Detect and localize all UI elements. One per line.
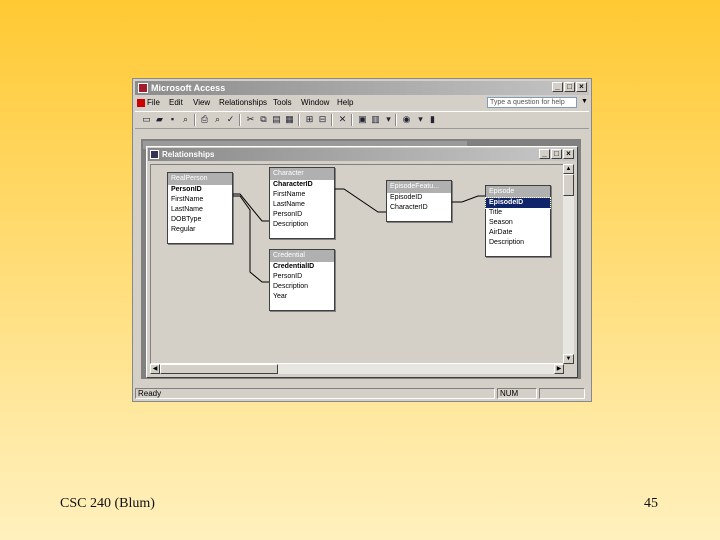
app-title-bar: Microsoft Access _ □ × [135, 81, 589, 95]
table-episode[interactable]: Episode EpisodeID Title Season AirDate D… [485, 185, 551, 257]
status-empty-panel [539, 388, 585, 399]
help-icon[interactable]: ◉ [401, 114, 412, 125]
print-icon[interactable]: ⎙ [199, 114, 210, 125]
table-field[interactable]: FirstName [168, 195, 232, 205]
vertical-scrollbar[interactable]: ▲ ▼ [563, 164, 574, 364]
table-field[interactable]: DOBType [168, 215, 232, 225]
table-field[interactable]: FirstName [270, 190, 334, 200]
ask-question-input[interactable]: Type a question for help [487, 97, 577, 108]
table-field[interactable]: CharacterID [387, 203, 451, 213]
table-character[interactable]: Character CharacterID FirstName LastName… [269, 167, 335, 239]
scroll-down-icon[interactable]: ▼ [563, 354, 574, 364]
format-painter-icon[interactable]: ▦ [284, 114, 295, 125]
app-title: Microsoft Access [151, 83, 226, 93]
table-field[interactable]: AirDate [486, 228, 550, 238]
database-window-icon[interactable]: ▣ [357, 114, 368, 125]
search-icon[interactable]: ⌕ [180, 114, 191, 125]
child-close-icon[interactable]: × [563, 149, 574, 159]
document-icon[interactable] [137, 99, 145, 107]
menu-window[interactable]: Window [301, 98, 329, 107]
table-field-selected[interactable]: EpisodeID [485, 197, 551, 209]
relationships-title: Relationships [162, 150, 215, 159]
status-num-indicator: NUM [497, 388, 537, 399]
toolbar-separator [395, 114, 397, 126]
table-field[interactable]: PersonID [270, 272, 334, 282]
spelling-icon[interactable]: ✓ [225, 114, 236, 125]
open-icon[interactable]: ▰ [154, 114, 165, 125]
toolbar-separator [351, 114, 353, 126]
save-icon[interactable]: ▪ [167, 114, 178, 125]
table-title[interactable]: EpisodeFeatu... [387, 181, 451, 193]
cut-icon[interactable]: ✂ [245, 114, 256, 125]
table-realperson[interactable]: RealPerson PersonID FirstName LastName D… [167, 172, 233, 244]
toolbar-separator [194, 114, 196, 126]
slide-page-number: 45 [644, 496, 658, 511]
table-title[interactable]: Credential [270, 250, 334, 262]
new-icon[interactable]: ▭ [141, 114, 152, 125]
table-title[interactable]: Character [270, 168, 334, 180]
relationships-icon [150, 150, 159, 159]
child-minimize-icon[interactable]: _ [539, 149, 550, 159]
minimize-icon[interactable]: _ [552, 82, 563, 92]
chevron-down-icon[interactable]: ▼ [581, 98, 588, 105]
table-field[interactable]: CharacterID [270, 180, 334, 190]
table-field[interactable]: PersonID [270, 210, 334, 220]
menu-bar: File Edit View Relationships Tools Windo… [135, 96, 589, 110]
table-title[interactable]: Episode [486, 186, 550, 198]
table-field[interactable]: LastName [168, 205, 232, 215]
table-field[interactable]: Regular [168, 225, 232, 235]
status-bar: Ready NUM [135, 387, 589, 401]
maximize-icon[interactable]: □ [564, 82, 575, 92]
toolbar-separator [331, 114, 333, 126]
table-field[interactable]: EpisodeID [387, 193, 451, 203]
table-field[interactable]: Description [270, 220, 334, 230]
table-title[interactable]: RealPerson [168, 173, 232, 185]
menu-tools[interactable]: Tools [273, 98, 292, 107]
table-field[interactable]: Description [270, 282, 334, 292]
vertical-scroll-thumb[interactable] [563, 174, 574, 196]
table-field[interactable]: CredentialID [270, 262, 334, 272]
menu-relationships[interactable]: Relationships [219, 98, 267, 107]
dropdown-arrow-icon[interactable]: ▾ [415, 114, 426, 125]
table-field[interactable]: Year [270, 292, 334, 302]
menu-view[interactable]: View [193, 98, 210, 107]
relationships-title-bar: Relationships _ □ × [148, 148, 576, 161]
show-table-icon[interactable]: ⊞ [304, 114, 315, 125]
dropdown-arrow-icon[interactable]: ▾ [383, 114, 394, 125]
toolbar-separator [298, 114, 300, 126]
show-all-icon[interactable]: ⊟ [317, 114, 328, 125]
copy-icon[interactable]: ⧉ [258, 114, 269, 125]
table-field[interactable]: LastName [270, 200, 334, 210]
delete-icon[interactable]: ✕ [337, 114, 348, 125]
paste-icon[interactable]: ▤ [271, 114, 282, 125]
status-text: Ready [135, 388, 495, 399]
menu-file[interactable]: File [147, 98, 160, 107]
menu-help[interactable]: Help [337, 98, 353, 107]
scroll-left-icon[interactable]: ◀ [150, 364, 160, 374]
toolbar-separator [239, 114, 241, 126]
table-field[interactable]: Title [486, 208, 550, 218]
scroll-right-icon[interactable]: ▶ [554, 364, 564, 374]
table-episodefeatures[interactable]: EpisodeFeatu... EpisodeID CharacterID [386, 180, 452, 222]
close-icon[interactable]: × [576, 82, 587, 92]
toolbar-options-icon[interactable]: ▮ [427, 114, 438, 125]
scroll-up-icon[interactable]: ▲ [563, 164, 574, 174]
access-logo-icon [138, 83, 148, 93]
slide-footer-course: CSC 240 (Blum) [60, 496, 155, 511]
table-credential[interactable]: Credential CredentialID PersonID Descrip… [269, 249, 335, 311]
menu-edit[interactable]: Edit [169, 98, 183, 107]
table-field[interactable]: Description [486, 238, 550, 248]
table-field[interactable]: PersonID [168, 185, 232, 195]
table-field[interactable]: Season [486, 218, 550, 228]
print-preview-icon[interactable]: ⌕ [212, 114, 223, 125]
child-maximize-icon[interactable]: □ [551, 149, 562, 159]
new-object-icon[interactable]: ▥ [370, 114, 381, 125]
horizontal-scrollbar[interactable]: ◀ ▶ [150, 364, 564, 374]
toolbar: ▭ ▰ ▪ ⌕ ⎙ ⌕ ✓ ✂ ⧉ ▤ ▦ ⊞ ⊟ ✕ ▣ ▥ ▾ ◉ ▾ ▮ [135, 111, 589, 129]
horizontal-scroll-thumb[interactable] [160, 364, 278, 374]
